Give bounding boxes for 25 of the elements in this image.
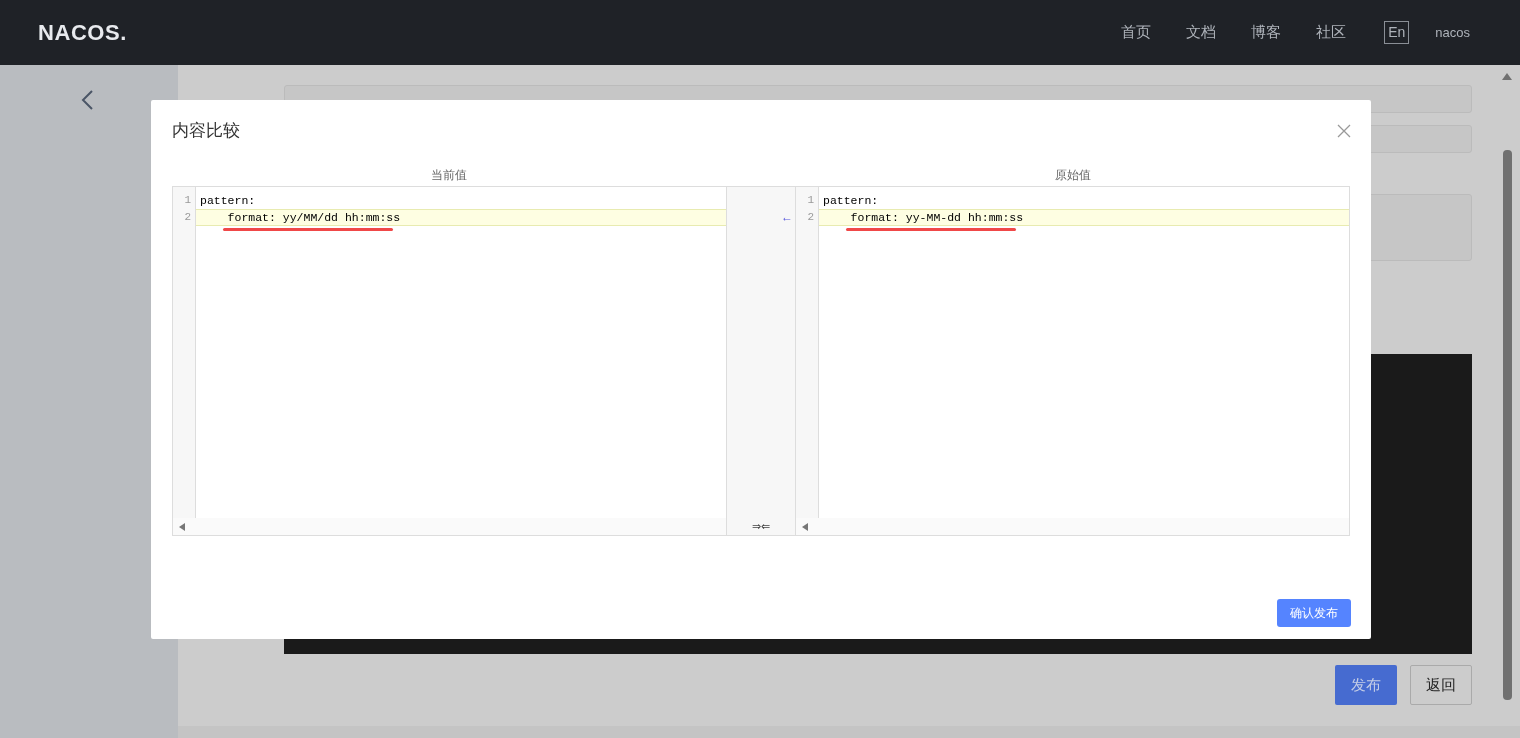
- line-number: 1: [183, 193, 192, 208]
- back-icon[interactable]: [80, 89, 94, 111]
- user-name: nacos: [1435, 23, 1470, 42]
- column-heading: 原始值: [1054, 167, 1092, 184]
- nav-link[interactable]: 社区: [1316, 21, 1347, 44]
- close-icon[interactable]: [1337, 123, 1351, 138]
- code-line: pattern:: [822, 193, 879, 208]
- back-button[interactable]: 返回: [1410, 665, 1472, 705]
- column-heading: 当前值: [430, 167, 468, 184]
- code-line: pattern:: [199, 193, 256, 208]
- nav-link[interactable]: 博客: [1251, 21, 1282, 44]
- line-number: 2: [806, 210, 815, 225]
- line-number: 1: [806, 193, 815, 208]
- language-button[interactable]: En: [1384, 21, 1410, 44]
- logo[interactable]: NACOS.: [38, 16, 127, 49]
- nav-link[interactable]: 文档: [1186, 21, 1217, 44]
- merge-button[interactable]: ⇒⇐: [752, 518, 770, 535]
- nav-link[interactable]: 首页: [1121, 21, 1152, 44]
- dialog-title: 内容比较: [172, 119, 240, 142]
- code-line: format: yy/MM/dd hh:mm:ss: [226, 210, 401, 225]
- line-number: 2: [183, 210, 192, 225]
- scroll-left-icon[interactable]: [179, 522, 185, 531]
- code-line: format: yy-MM-dd hh:mm:ss: [849, 210, 1024, 225]
- revert-arrow[interactable]: ←: [781, 209, 795, 226]
- scroll-left-icon[interactable]: [802, 522, 808, 531]
